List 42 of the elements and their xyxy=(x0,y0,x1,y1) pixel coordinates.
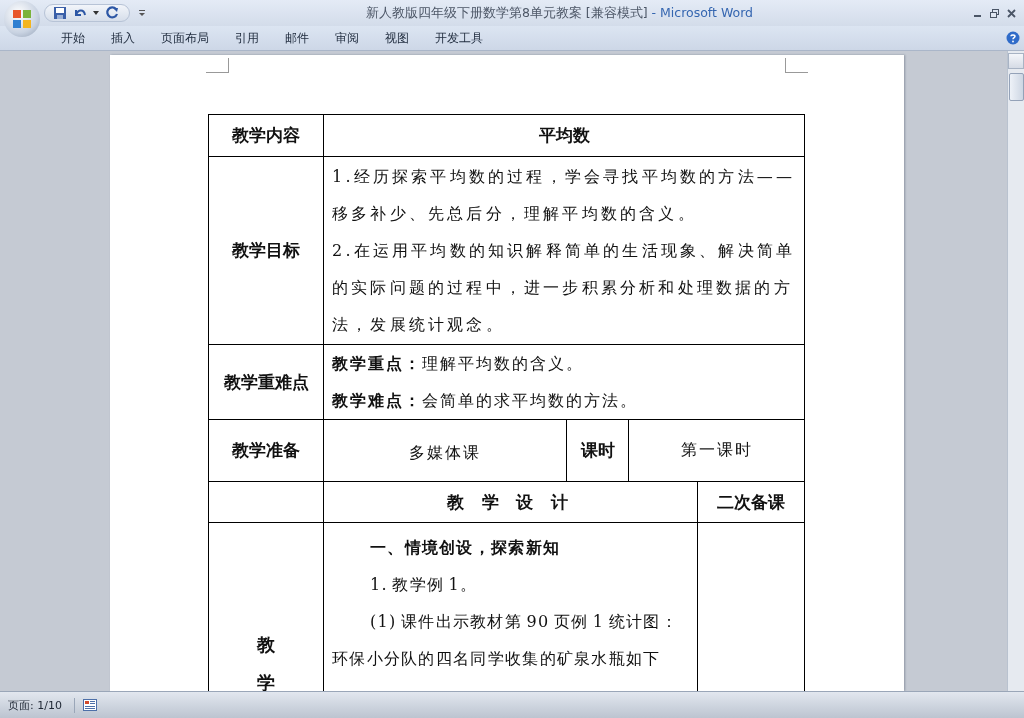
objective-text: 2.在运用平均数的知识解释简单的生活现象、解决简单的实际问题的过程中，进一步积累分析和处理数据的方法，发展统计观念。 xyxy=(332,240,797,336)
close-icon[interactable] xyxy=(1007,8,1016,18)
paragraph-text: (1) 课件出示教材第 90 页例 1 统计图：环保小分队的四名同学收集的矿泉水瓶如下 xyxy=(332,611,679,670)
ribbon-tab[interactable]: 页面布局 xyxy=(148,26,222,50)
table-cell: 课时 xyxy=(580,439,615,462)
ribbon-tab[interactable]: 开发工具 xyxy=(422,26,496,50)
ribbon-tab[interactable]: 视图 xyxy=(372,26,422,50)
row-label: 教学准备 xyxy=(232,439,300,462)
ribbon-tab[interactable]: 开始 xyxy=(48,26,98,50)
table-cell: 第一课时 xyxy=(680,440,753,461)
document-view-icon[interactable] xyxy=(82,699,97,711)
logo-icon xyxy=(11,8,33,30)
table-cell: 平均数 xyxy=(538,124,590,147)
paragraph-text: 1. 教学例 1。 xyxy=(369,574,479,596)
page-indicator[interactable]: 页面: 1/10 xyxy=(0,697,75,713)
customize-toolbar-icon[interactable] xyxy=(138,9,146,17)
table-cell: 教 学 设 计 xyxy=(446,490,575,514)
row-label: 教 xyxy=(257,633,275,657)
ribbon-tab[interactable]: 邮件 xyxy=(272,26,322,50)
key-point-text: 教学难点：会简单的求平均数的方法。 xyxy=(332,390,639,412)
row-label: 教学内容 xyxy=(232,124,300,147)
crop-mark xyxy=(784,58,808,73)
section-heading: 一、情境创设，探索新知 xyxy=(369,537,562,559)
window-title: 新人教版四年级下册数学第8单元教案 [兼容模式] - Microsoft Word xyxy=(364,4,755,22)
table-cell: 二次备课 xyxy=(717,490,785,514)
crop-mark xyxy=(205,58,229,73)
row-label: 教学重难点 xyxy=(223,370,309,394)
row-label: 教学目标 xyxy=(232,239,300,262)
dropdown-caret-icon[interactable] xyxy=(93,11,99,15)
restore-icon[interactable] xyxy=(990,8,999,18)
help-icon[interactable] xyxy=(1006,31,1020,45)
ribbon-tab[interactable]: 审阅 xyxy=(322,26,372,50)
ribbon-tab[interactable]: 插入 xyxy=(98,26,148,50)
vertical-scrollbar[interactable] xyxy=(1007,51,1024,691)
office-button[interactable] xyxy=(4,1,40,37)
row-label: 学 xyxy=(257,671,275,691)
ribbon-tab[interactable]: 引用 xyxy=(222,26,272,50)
redo-icon[interactable] xyxy=(105,6,119,20)
objective-text: 1.经历探索平均数的过程，学会寻找平均数的方法——移多补少、先总后分，理解平均数的含义。 xyxy=(332,166,797,225)
table-cell: 多媒体课 xyxy=(409,443,481,464)
save-icon[interactable] xyxy=(53,6,67,20)
key-point-text: 教学重点：理解平均数的含义。 xyxy=(332,353,585,375)
